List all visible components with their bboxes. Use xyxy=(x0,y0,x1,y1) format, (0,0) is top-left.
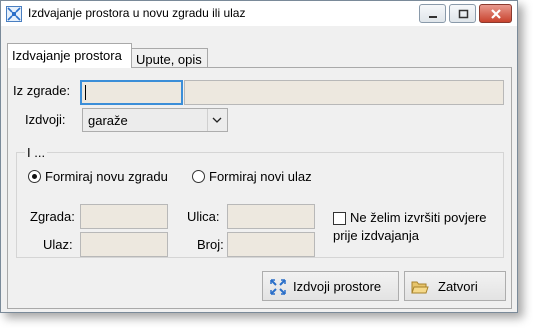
window-title: Izdvajanje prostora u novu zgradu ili ul… xyxy=(28,6,246,20)
ulica-input[interactable] xyxy=(227,204,315,229)
radio-nova-zgrada-label[interactable]: Formiraj novu zgradu xyxy=(45,169,168,184)
split-icon xyxy=(270,279,286,295)
tab-label: Upute, opis xyxy=(136,52,202,67)
app-icon xyxy=(6,6,22,22)
dialog-window: Izdvajanje prostora u novu zgradu ili ul… xyxy=(0,0,518,313)
radio-selected-dot xyxy=(32,174,37,179)
text-caret xyxy=(85,85,86,100)
izdvoji-prostore-button[interactable]: Izdvoji prostore xyxy=(262,271,399,301)
izdvoji-selected-value: garaže xyxy=(88,113,128,128)
tab-label: Izdvajanje prostora xyxy=(12,48,122,63)
zgrada-input[interactable] xyxy=(80,204,168,229)
radio-novi-ulaz-label[interactable]: Formiraj novi ulaz xyxy=(209,169,312,184)
zatvori-label: Zatvori xyxy=(438,279,478,294)
izdvoji-prostore-label: Izdvoji prostore xyxy=(293,279,382,294)
maximize-button[interactable] xyxy=(449,4,476,23)
zgrada-label: Zgrada: xyxy=(30,209,75,224)
iz-zgrade-label: Iz zgrade: xyxy=(13,83,71,98)
close-icon xyxy=(491,9,501,19)
broj-label: Broj: xyxy=(197,237,224,252)
close-button[interactable] xyxy=(479,4,512,23)
checkbox-label-line1[interactable]: Ne želim izvršiti povjere xyxy=(350,210,487,225)
tab-upute-opis[interactable]: Upute, opis xyxy=(131,48,208,68)
radio-novi-ulaz[interactable] xyxy=(192,170,205,183)
building-name-field xyxy=(184,80,504,105)
ulica-label: Ulica: xyxy=(187,209,220,224)
group-legend: I ... xyxy=(25,145,48,160)
minimize-button[interactable] xyxy=(419,4,446,23)
building-code-input[interactable] xyxy=(80,80,183,105)
ulaz-input[interactable] xyxy=(80,232,168,257)
skip-confirm-checkbox[interactable] xyxy=(333,212,346,225)
ulaz-label: Ulaz: xyxy=(43,237,73,252)
maximize-icon xyxy=(458,9,469,19)
tab-panel: Iz zgrade: Izdvoji: garaže I ... Formira… xyxy=(7,67,512,309)
folder-icon xyxy=(411,281,429,294)
zatvori-button[interactable]: Zatvori xyxy=(404,271,506,301)
broj-input[interactable] xyxy=(227,232,315,257)
dropdown-arrow-icon xyxy=(207,109,222,131)
radio-nova-zgrada[interactable] xyxy=(28,170,41,183)
checkbox-label-line2[interactable]: prije izdvajanja xyxy=(333,228,419,243)
izdvoji-label: Izdvoji: xyxy=(25,112,66,127)
tab-izdvajanje-prostora[interactable]: Izdvajanje prostora xyxy=(7,43,132,68)
izdvoji-select[interactable]: garaže xyxy=(82,108,228,132)
title-bar[interactable]: Izdvajanje prostora u novu zgradu ili ul… xyxy=(1,1,517,26)
minimize-icon xyxy=(429,16,437,18)
